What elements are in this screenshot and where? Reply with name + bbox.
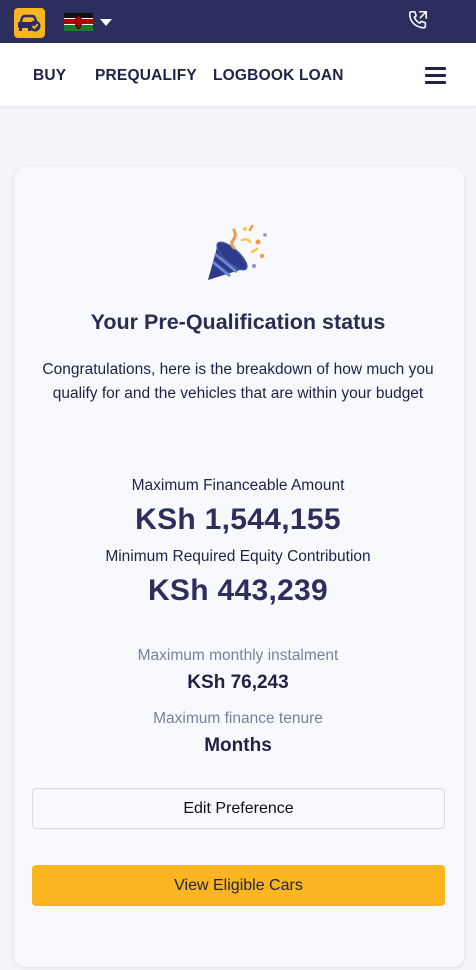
view-eligible-cars-button[interactable]: View Eligible Cars — [32, 865, 445, 906]
nav-item-buy[interactable]: BUY — [33, 67, 66, 85]
min-equity-label: Minimum Required Equity Contribution — [105, 548, 371, 565]
max-financeable-value: KSh 1,544,155 — [135, 503, 341, 536]
party-popper-icon — [208, 224, 267, 280]
max-financeable-label: Maximum Financeable Amount — [131, 477, 345, 494]
finance-tenure-value: Months — [204, 735, 272, 756]
top-bar — [0, 0, 476, 43]
phone-call-icon[interactable] — [407, 9, 429, 31]
nav-item-logbook-loan[interactable]: LOGBOOK LOAN — [213, 67, 344, 85]
main-nav: BUY PREQUALIFY LOGBOOK LOAN — [0, 43, 476, 106]
monthly-instalment-label: Maximum monthly instalment — [137, 647, 339, 664]
chevron-down-icon[interactable] — [100, 19, 112, 26]
prequalification-card — [14, 167, 464, 967]
min-equity-value: KSh 443,239 — [147, 574, 329, 607]
car-check-icon[interactable] — [14, 8, 45, 38]
finance-tenure-label: Maximum finance tenure — [153, 710, 323, 727]
page-title: Your Pre-Qualification status — [90, 310, 386, 334]
edit-preference-button[interactable]: Edit Preference — [32, 788, 445, 829]
kenya-flag-icon[interactable] — [64, 13, 93, 31]
intro-text: Congratulations, here is the breakdown o… — [42, 361, 434, 402]
hamburger-menu-icon[interactable] — [425, 67, 446, 84]
nav-item-prequalify[interactable]: PREQUALIFY — [95, 67, 197, 85]
monthly-instalment-value: KSh 76,243 — [187, 672, 289, 693]
